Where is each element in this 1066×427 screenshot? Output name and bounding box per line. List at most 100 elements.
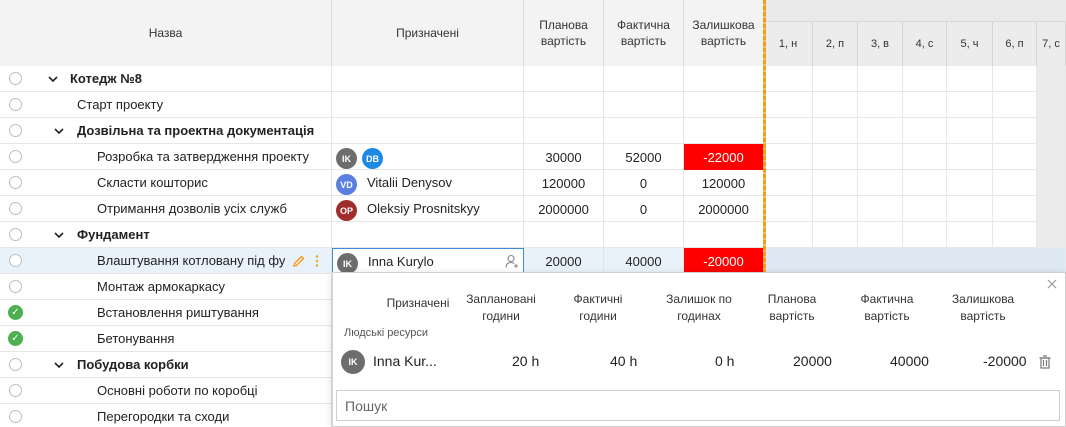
gantt-cell[interactable]: [858, 222, 903, 248]
cell-name[interactable]: Отримання дозволів усіх служб: [0, 196, 332, 222]
status-circle-icon[interactable]: [9, 150, 22, 163]
cell-name[interactable]: Дозвільна та проектна документація: [0, 118, 332, 144]
status-circle-icon[interactable]: [9, 280, 22, 293]
status-circle-icon[interactable]: [9, 410, 22, 423]
gantt-cell[interactable]: [1037, 118, 1066, 144]
gantt-cell[interactable]: [1037, 144, 1066, 170]
gantt-cell[interactable]: [993, 196, 1037, 222]
cell-actual-cost[interactable]: [604, 92, 684, 118]
gantt-cell[interactable]: [858, 196, 903, 222]
cell-actual-cost[interactable]: 0: [604, 170, 684, 196]
task-row[interactable]: Розробка та затвердження проекту IK DB 3000…: [0, 144, 1066, 170]
cell-actual-cost[interactable]: [604, 118, 684, 144]
gantt-cell[interactable]: [903, 144, 947, 170]
task-row[interactable]: Скласти кошторис VD Vitalii Denysov 120000 0…: [0, 170, 1066, 196]
gantt-cell[interactable]: [947, 66, 993, 92]
gantt-cell[interactable]: [1037, 66, 1066, 92]
cell-name[interactable]: Котедж №8: [0, 66, 332, 92]
cell-assigned[interactable]: IK DB: [332, 144, 524, 170]
trash-icon[interactable]: [1039, 355, 1051, 369]
gantt-cell[interactable]: [903, 92, 947, 118]
resource-actual-hours[interactable]: 40 h: [610, 353, 637, 369]
gantt-cell[interactable]: [813, 92, 858, 118]
cell-name[interactable]: ✓ Встановлення риштування: [0, 300, 332, 326]
gantt-cell[interactable]: [858, 66, 903, 92]
pencil-icon[interactable]: [292, 254, 306, 271]
column-header-assigned[interactable]: Призначені: [332, 0, 524, 66]
gantt-cell[interactable]: [903, 118, 947, 144]
chevron-down-icon[interactable]: [53, 229, 65, 241]
gantt-cell[interactable]: [764, 170, 813, 196]
chevron-down-icon[interactable]: [53, 359, 65, 371]
gantt-cell[interactable]: [813, 248, 858, 274]
cell-actual-cost[interactable]: [604, 222, 684, 248]
cell-assigned[interactable]: IK Inna Kurylo: [332, 248, 524, 274]
more-options-icon[interactable]: [314, 254, 320, 271]
cell-actual-cost[interactable]: 0: [604, 196, 684, 222]
avatar[interactable]: IK: [337, 253, 358, 274]
cell-name[interactable]: ✓ Бетонування: [0, 326, 332, 352]
gantt-cell[interactable]: [858, 248, 903, 274]
gantt-cell[interactable]: [993, 248, 1037, 274]
task-row[interactable]: Старт проекту: [0, 92, 1066, 118]
gantt-cell[interactable]: [947, 222, 993, 248]
gantt-cell[interactable]: [1037, 222, 1066, 248]
task-group-row[interactable]: Фундамент: [0, 222, 1066, 248]
cell-name[interactable]: Влаштування котловану під фу: [0, 248, 332, 274]
gantt-cell[interactable]: [947, 144, 993, 170]
cell-planned-cost[interactable]: 30000: [524, 144, 604, 170]
cell-assigned[interactable]: [332, 222, 524, 248]
gantt-cell[interactable]: [903, 248, 947, 274]
gantt-cell[interactable]: [813, 118, 858, 144]
gantt-cell[interactable]: [764, 118, 813, 144]
cell-assigned[interactable]: OP Oleksiy Prosnitskyy: [332, 196, 524, 222]
cell-planned-cost[interactable]: 20000: [524, 248, 604, 274]
gantt-cell[interactable]: [993, 144, 1037, 170]
cell-assigned[interactable]: VD Vitalii Denysov: [332, 170, 524, 196]
status-circle-icon[interactable]: [9, 202, 22, 215]
gantt-cell[interactable]: [813, 170, 858, 196]
cell-assigned[interactable]: [332, 118, 524, 144]
gantt-cell[interactable]: [813, 196, 858, 222]
gantt-cell[interactable]: [947, 170, 993, 196]
gantt-cell[interactable]: [993, 170, 1037, 196]
cell-name[interactable]: Фундамент: [0, 222, 332, 248]
gantt-cell[interactable]: [903, 196, 947, 222]
gantt-cell[interactable]: [764, 222, 813, 248]
column-header-remaining-cost[interactable]: Залишкова вартість: [684, 0, 764, 66]
task-row[interactable]: Отримання дозволів усіх служб OP Oleksiy P…: [0, 196, 1066, 222]
avatar[interactable]: VD: [336, 174, 357, 195]
completed-check-icon[interactable]: ✓: [8, 305, 23, 320]
column-header-name[interactable]: Назва: [0, 0, 332, 66]
gantt-cell[interactable]: [764, 144, 813, 170]
avatar[interactable]: DB: [362, 148, 383, 169]
close-icon[interactable]: [1047, 279, 1057, 289]
gantt-cell[interactable]: [903, 222, 947, 248]
gantt-cell[interactable]: [993, 118, 1037, 144]
gantt-cell[interactable]: [903, 170, 947, 196]
avatar[interactable]: OP: [336, 200, 357, 221]
gantt-cell[interactable]: [858, 170, 903, 196]
gantt-cell[interactable]: [993, 222, 1037, 248]
gantt-cell[interactable]: [947, 92, 993, 118]
gantt-cell[interactable]: [858, 144, 903, 170]
cell-planned-cost[interactable]: [524, 92, 604, 118]
gantt-cell[interactable]: [764, 248, 813, 274]
status-circle-icon[interactable]: [9, 124, 22, 137]
cell-planned-cost[interactable]: [524, 118, 604, 144]
avatar[interactable]: IK: [336, 148, 357, 169]
status-circle-icon[interactable]: [9, 254, 22, 267]
chevron-down-icon[interactable]: [47, 73, 59, 85]
task-row[interactable]: Влаштування котловану під фу IK Inna Kuryl…: [0, 248, 1066, 274]
gantt-cell[interactable]: [813, 66, 858, 92]
column-header-actual-cost[interactable]: Фактична вартість: [604, 0, 684, 66]
status-circle-icon[interactable]: [9, 176, 22, 189]
gantt-cell[interactable]: [1037, 196, 1066, 222]
gantt-cell[interactable]: [947, 196, 993, 222]
cell-planned-cost[interactable]: [524, 66, 604, 92]
gantt-cell[interactable]: [1037, 170, 1066, 196]
cell-planned-cost[interactable]: [524, 222, 604, 248]
cell-name[interactable]: Основні роботи по коробці: [0, 378, 332, 404]
resource-planned-hours[interactable]: 20 h: [512, 353, 539, 369]
cell-name[interactable]: Побудова корбки: [0, 352, 332, 378]
